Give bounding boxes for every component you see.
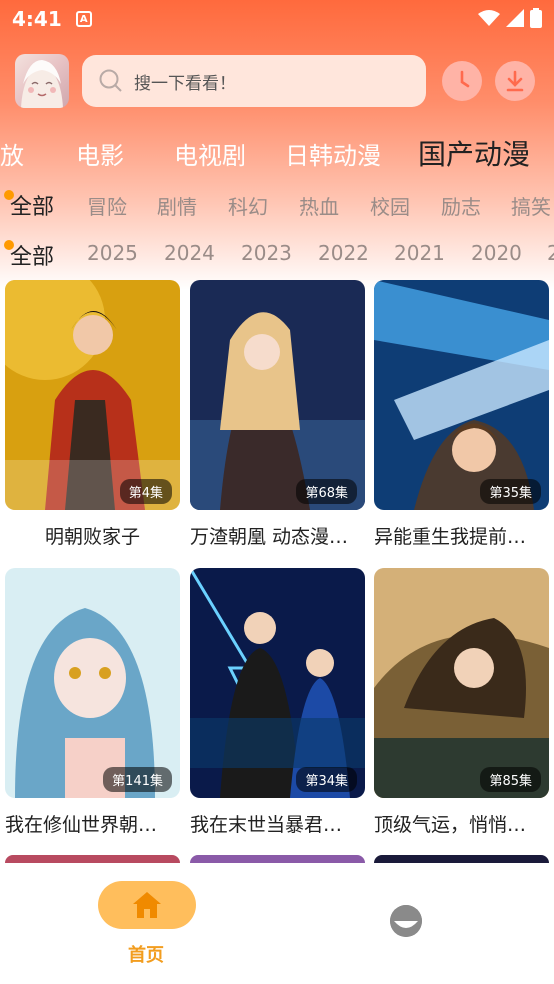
home-icon — [133, 892, 161, 918]
nav-home-label[interactable]: 首页 — [128, 941, 164, 967]
avatar[interactable] — [15, 54, 69, 108]
profile-icon[interactable] — [390, 905, 422, 937]
filter-genre[interactable]: 搞笑 — [511, 191, 551, 220]
cover-image: 第4集 — [5, 280, 180, 510]
filter-genre[interactable]: 励志 — [441, 191, 481, 220]
filter-genre[interactable]: 冒险 — [87, 191, 127, 220]
card-title: 异能重生我提前… — [374, 526, 527, 548]
filter-genre-active[interactable]: 全部 — [10, 189, 54, 221]
episode-badge: 第68集 — [296, 479, 357, 504]
content-card[interactable]: 第85集 顶级气运，悄悄… — [374, 568, 549, 837]
filter-year[interactable]: 2023 — [241, 241, 292, 265]
tab-category-active[interactable]: 国产动漫 — [418, 133, 530, 173]
clock-icon — [460, 70, 470, 88]
top-bar: 搜一下看看！ — [0, 52, 554, 110]
card-title: 明朝败家子 — [44, 526, 140, 548]
bottom-nav: 首页 — [0, 863, 554, 984]
search-placeholder: 搜一下看看！ — [134, 73, 236, 94]
content-card[interactable]: 第4集 明朝败家子 — [5, 280, 180, 549]
tab-category[interactable]: 电视剧 — [174, 136, 246, 171]
tab-category[interactable]: 电影 — [76, 136, 124, 171]
cover-image: 第85集 — [374, 568, 549, 798]
filter-year-active[interactable]: 全部 — [10, 239, 54, 271]
filter-genre[interactable]: 科幻 — [228, 191, 268, 220]
filter-year[interactable]: 2 — [547, 241, 554, 265]
content-card[interactable]: 第141集 我在修仙世界朝… — [5, 568, 180, 837]
wifi-icon — [478, 10, 500, 26]
filter-year[interactable]: 2022 — [318, 241, 369, 265]
content-card[interactable]: 第35集 异能重生我提前… — [374, 280, 549, 549]
filter-year[interactable]: 2024 — [164, 241, 215, 265]
history-button[interactable] — [442, 61, 482, 101]
content-card[interactable]: 第34集 我在末世当暴君… — [190, 568, 365, 837]
filter-year[interactable]: 2025 — [87, 241, 138, 265]
cover-image: 第34集 — [190, 568, 365, 798]
app-badge-icon: A — [75, 11, 92, 27]
cover-image: 第68集 — [190, 280, 365, 510]
status-icons — [478, 8, 542, 28]
avatar-image — [21, 60, 63, 108]
episode-badge: 第85集 — [480, 767, 541, 792]
search-icon — [99, 69, 122, 92]
episode-badge: 第35集 — [480, 479, 541, 504]
status-bar: 4:41 A — [0, 0, 554, 38]
card-title: 我在末世当暴君… — [190, 814, 343, 836]
search-bar[interactable]: 搜一下看看！ — [82, 55, 426, 107]
filter-genre[interactable]: 校园 — [370, 191, 410, 220]
download-button[interactable] — [495, 61, 535, 101]
year-filters: 全部 2025 2024 2023 2022 2021 2020 2 — [0, 234, 554, 274]
filter-year[interactable]: 2021 — [394, 241, 445, 265]
filter-genre[interactable]: 热血 — [299, 191, 339, 220]
content-card[interactable]: 第68集 万渣朝凰 动态漫… — [190, 280, 365, 549]
tab-category[interactable]: 日韩动漫 — [285, 136, 381, 171]
card-title: 顶级气运，悄悄… — [374, 814, 527, 836]
signal-icon — [506, 9, 524, 27]
card-title: 万渣朝凰 动态漫… — [190, 526, 349, 548]
status-time: 4:41 — [12, 7, 62, 31]
category-tabs: 放 电影 电视剧 日韩动漫 国产动漫 — [0, 130, 554, 176]
battery-icon — [530, 8, 542, 28]
episode-badge: 第141集 — [103, 767, 172, 792]
cover-image: 第35集 — [374, 280, 549, 510]
genre-filters: 全部 冒险 剧情 科幻 热血 校园 励志 搞笑 — [0, 184, 554, 224]
nav-home-button[interactable] — [98, 881, 196, 929]
episode-badge: 第4集 — [119, 479, 172, 504]
tab-category[interactable]: 放 — [0, 136, 24, 171]
download-icon — [506, 70, 524, 92]
episode-badge: 第34集 — [296, 767, 357, 792]
filter-genre[interactable]: 剧情 — [157, 191, 197, 220]
cover-image: 第141集 — [5, 568, 180, 798]
filter-year[interactable]: 2020 — [471, 241, 522, 265]
card-title: 我在修仙世界朝… — [5, 814, 158, 836]
